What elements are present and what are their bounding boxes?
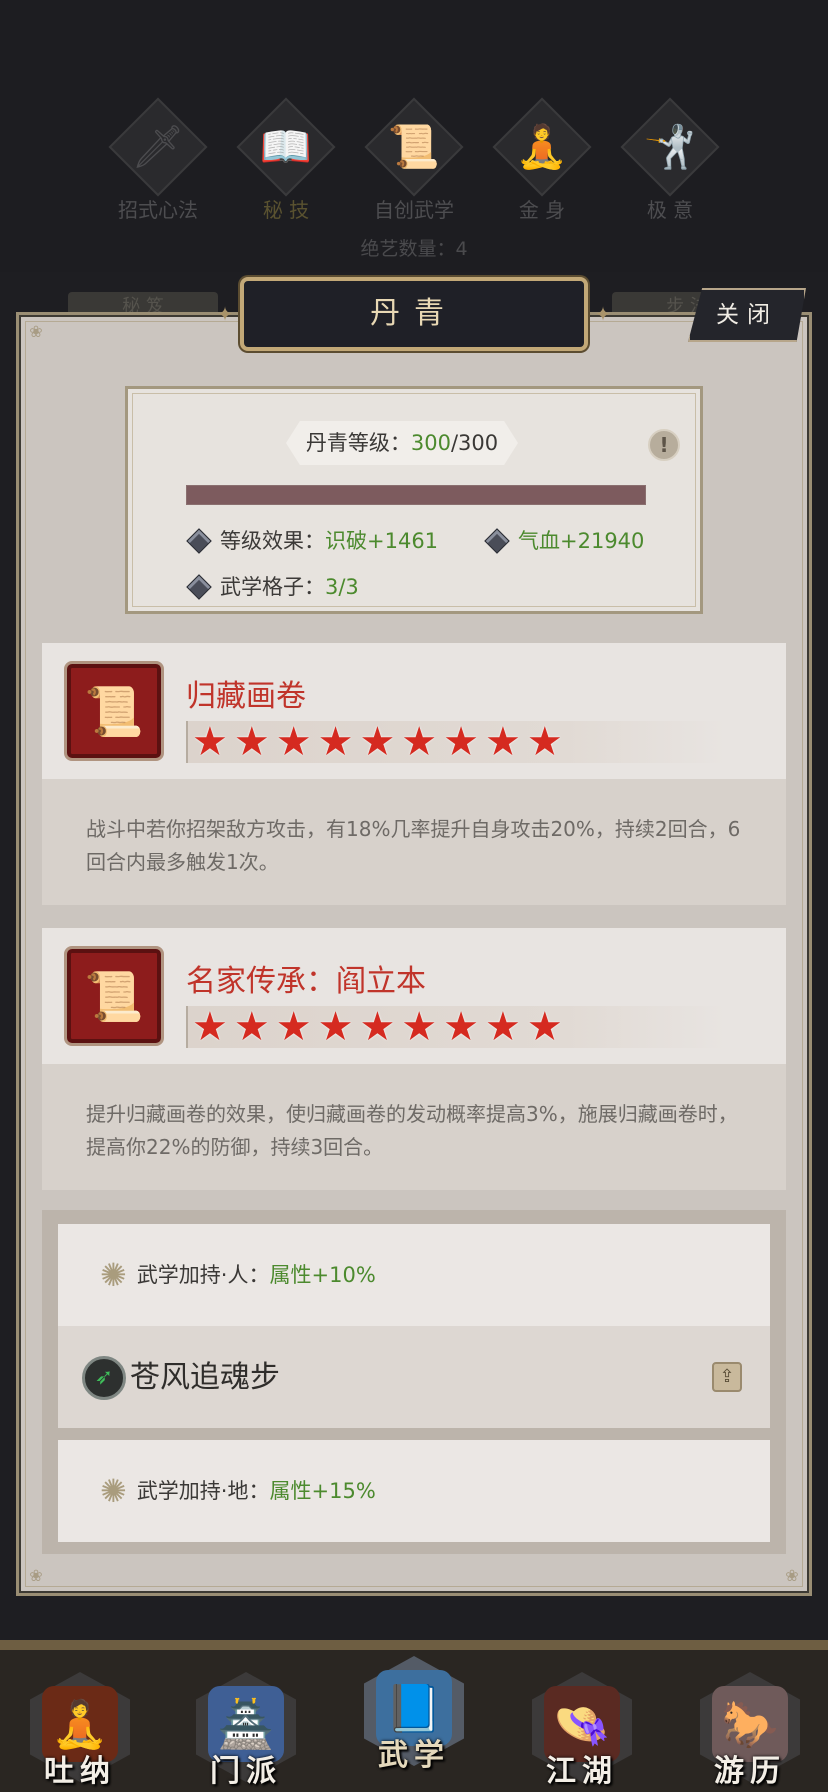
level-progress-bar: [186, 485, 646, 505]
star-icon: ★: [526, 1004, 563, 1050]
tab-golden-body[interactable]: 🧘 金 身: [478, 97, 606, 230]
star-icon: ★: [359, 1004, 396, 1050]
star-icon: ★: [401, 1004, 438, 1050]
star-icon: ★: [317, 719, 354, 765]
skill-count: 绝艺数量：4: [360, 238, 468, 260]
slots-label: 武学格子：: [220, 575, 325, 599]
star-icon: ★: [485, 719, 521, 765]
level-max: /300: [450, 431, 499, 455]
painting-scroll-icon: 📜: [64, 661, 164, 761]
nav-label: 吐纳: [44, 1754, 116, 1789]
nav-breathing[interactable]: 🧘 吐纳: [20, 1666, 140, 1792]
scroll-icon: 📜: [387, 122, 441, 171]
star-icon: ★: [526, 719, 563, 765]
equipped-move-row[interactable]: ➶ 苍风追魂步 ⇪: [58, 1326, 770, 1428]
skill-description: 提升归藏画卷的效果，使归藏画卷的发动概率提高3%，施展归藏画卷时，提高你22%的…: [42, 1064, 786, 1190]
level-effect-line-2: 气血+21940: [484, 525, 644, 555]
star-rating: ★ ★ ★ ★ ★ ★ ★ ★ ★: [186, 1006, 726, 1048]
star-icon: ★: [275, 719, 312, 765]
nav-travel[interactable]: 🐎 游历: [690, 1666, 810, 1792]
skill-name: 归藏画卷: [186, 679, 306, 714]
top-area: 🗡 招式心法 📖 秘 技 📜 自创武学 🧘 金 身 🤺 极 意 绝艺数量：4: [0, 0, 828, 272]
info-icon[interactable]: !: [648, 429, 680, 461]
star-icon: ★: [233, 719, 270, 765]
martial-bonus-section: ✺ 武学加持·人：属性+10% ➶ 苍风追魂步 ⇪ ✺ 武学加持·地：属性+15%: [42, 1210, 786, 1554]
tab-label: 招式心法: [118, 198, 198, 222]
star-icon: ★: [443, 1004, 480, 1050]
tab-label: 秘 技: [262, 198, 310, 222]
slots-line: 武学格子：3/3: [186, 571, 359, 601]
bottom-nav: 🧘 吐纳 🏯 门派 📘 武学 👒 江湖 🐎 游历: [0, 1640, 828, 1792]
panel-title: 丹青: [240, 277, 588, 351]
gear-icon: ✺: [100, 1472, 127, 1510]
bonus-label: 武学加持·人：: [136, 1263, 270, 1287]
meditation-icon: 🧘: [515, 122, 569, 171]
slots-value: 3/3: [325, 575, 359, 599]
gear-icon: ✺: [100, 1256, 127, 1294]
nav-label: 门派: [210, 1754, 282, 1789]
level-progress-fill: [187, 486, 645, 504]
tab-secret-skills[interactable]: 📖 秘 技: [222, 97, 350, 230]
corner-ornament: ❀: [29, 322, 43, 341]
bonus-value: 属性+15%: [269, 1479, 376, 1503]
star-icon: ★: [233, 1004, 270, 1050]
nav-sect[interactable]: 🏯 门派: [186, 1666, 306, 1792]
star-rating: ★ ★ ★ ★ ★ ★ ★ ★ ★: [186, 721, 726, 763]
bonus-row-earth: ✺ 武学加持·地：属性+15%: [58, 1440, 770, 1542]
skill-header: 📜 名家传承：阎立本 ★ ★ ★ ★ ★ ★ ★ ★ ★: [42, 928, 786, 1064]
star-icon: ★: [485, 1004, 521, 1050]
star-icon: ★: [401, 719, 438, 765]
gem-icon: [186, 574, 212, 600]
star-icon: ★: [443, 719, 480, 765]
martial-pose-icon: 🤺: [643, 122, 697, 171]
close-button[interactable]: 关闭: [688, 288, 806, 342]
star-icon: ★: [192, 1004, 228, 1050]
effect-value-insight: 识破+1461: [325, 529, 439, 553]
gem-icon: [186, 528, 212, 554]
nav-martial-arts[interactable]: 📘 武学: [354, 1650, 474, 1776]
skill-card[interactable]: 📜 归藏画卷 ★ ★ ★ ★ ★ ★ ★ ★ ★ 战斗中若你招架敌方攻击，有18%几率提升自身攻…: [42, 643, 786, 905]
bonus-row-human: ✺ 武学加持·人：属性+10%: [58, 1224, 770, 1326]
book-icon: 📖: [259, 122, 313, 171]
skill-header: 📜 归藏画卷 ★ ★ ★ ★ ★ ★ ★ ★ ★: [42, 643, 786, 779]
tab-ultimate[interactable]: 🤺 极 意: [606, 97, 734, 230]
corner-ornament: ❀: [29, 1566, 43, 1585]
tab-moves[interactable]: 🗡 招式心法: [94, 97, 222, 230]
bonus-value: 属性+10%: [269, 1263, 376, 1287]
level-label: 丹青等级：300/300: [286, 421, 518, 465]
nav-label: 江湖: [546, 1754, 618, 1789]
sword-icon: 🗡: [131, 122, 185, 171]
equipped-move-name: 苍风追魂步: [130, 1360, 280, 1395]
corner-ornament: ❀: [785, 1566, 799, 1585]
tab-self-created[interactable]: 📜 自创武学: [350, 97, 478, 230]
tab-label: 自创武学: [374, 198, 454, 222]
effect-label: 等级效果：: [220, 529, 325, 553]
bonus-label: 武学加持·地：: [136, 1479, 270, 1503]
level-label-prefix: 丹青等级：: [305, 431, 411, 455]
footwork-icon: ➶: [82, 1356, 126, 1400]
level-effect-line: 等级效果：识破+1461: [186, 525, 438, 555]
star-icon: ★: [275, 1004, 312, 1050]
title-ornament-right: ✦: [594, 302, 612, 326]
nav-label: 武学: [378, 1738, 450, 1773]
nav-jianghu[interactable]: 👒 江湖: [522, 1666, 642, 1792]
skill-card[interactable]: 📜 名家传承：阎立本 ★ ★ ★ ★ ★ ★ ★ ★ ★ 提升归藏画卷的效果，使归藏画卷的发动概…: [42, 928, 786, 1190]
inheritance-scroll-icon: 📜: [64, 946, 164, 1046]
skill-description: 战斗中若你招架敌方攻击，有18%几率提升自身攻击20%，持续2回合，6回合内最多…: [42, 779, 786, 905]
level-box: 丹青等级：300/300 ! 等级效果：识破+1461 气血+21940 武学格…: [125, 386, 703, 614]
export-icon[interactable]: ⇪: [712, 1362, 742, 1392]
level-current: 300: [410, 431, 451, 455]
title-ornament-left: ✦: [216, 302, 234, 326]
star-icon: ★: [317, 1004, 354, 1050]
gem-icon: [484, 528, 510, 554]
top-tab-bar: 🗡 招式心法 📖 秘 技 📜 自创武学 🧘 金 身 🤺 极 意: [0, 97, 828, 230]
star-icon: ★: [359, 719, 396, 765]
tab-label: 金 身: [518, 198, 566, 222]
effect-value-hp: 气血+21940: [518, 529, 645, 553]
star-icon: ★: [192, 719, 228, 765]
skill-name: 名家传承：阎立本: [186, 964, 426, 999]
nav-label: 游历: [714, 1754, 786, 1789]
tab-label: 极 意: [646, 198, 694, 222]
